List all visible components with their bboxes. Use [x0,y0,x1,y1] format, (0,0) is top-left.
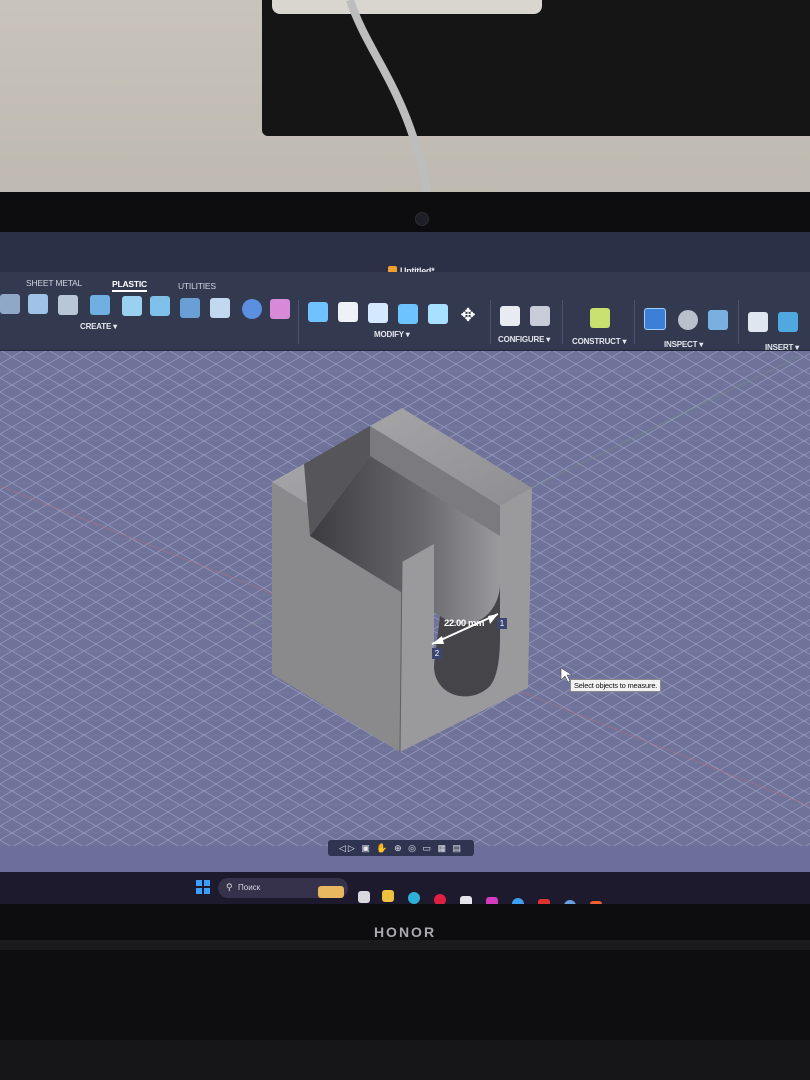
inspect-menu[interactable]: INSPECT ▾ [664,340,703,349]
create-menu[interactable]: CREATE ▾ [80,322,117,331]
box-tool-icon[interactable] [28,294,48,314]
lip-groove-tool-icon[interactable] [210,298,230,318]
webcam-icon [415,212,429,226]
file-explorer-icon[interactable] [382,890,394,902]
combine-tool-icon[interactable] [398,304,418,324]
interference-tool-icon[interactable] [678,310,698,330]
3d-viewport[interactable]: 22.00 mm 1 2 Select objects to measure. [0,336,810,846]
web-tool-icon[interactable] [122,296,142,316]
telegram-icon[interactable] [512,898,524,904]
shell-tool-icon[interactable] [368,303,388,323]
create-body-tool-icon[interactable] [270,299,290,319]
power-cable [346,0,434,206]
pin-tool-icon[interactable] [180,298,200,318]
tab-utilities[interactable]: UTILITIES [178,281,216,291]
widgets-icon[interactable] [318,886,344,898]
windows-taskbar [0,872,810,904]
construct-menu[interactable]: CONSTRUCT ▾ [572,337,626,346]
viewport-navigation-bar[interactable]: ◁▷ ▣ ✋ ⊕ ◎ ▭ ▦ ▤ [328,840,474,856]
brand-logo: HONOR [373,924,437,940]
parameters-tool-icon[interactable] [500,306,520,326]
move-tool-icon[interactable]: ✥ [458,305,478,325]
tab-sheet-metal[interactable]: SHEET METAL [26,278,82,288]
search-placeholder: Поиск [238,883,261,892]
snap-fit-tool-icon[interactable] [150,296,170,316]
sketch-tool-icon[interactable] [0,294,20,314]
toolbar-separator [738,300,739,344]
plane-tool-icon[interactable] [590,308,610,328]
measurement-value: 22.00 mm [444,618,485,629]
app-icon[interactable] [460,896,472,904]
section-analysis-tool-icon[interactable] [708,310,728,330]
fillet-tool-icon[interactable] [338,302,358,322]
measure-tooltip: Select objects to measure. [570,679,662,692]
insert-canvas-tool-icon[interactable] [778,312,798,332]
pattern-tool-icon[interactable] [242,299,262,319]
toolbar-separator [490,300,491,344]
modify-menu[interactable]: MODIFY ▾ [374,330,410,339]
insert-derive-tool-icon[interactable] [748,312,768,332]
keyboard-edge [0,1040,810,1080]
toolbar-separator [562,300,563,344]
grid-and-model [0,336,810,846]
fusion-360-icon[interactable] [590,901,602,904]
tab-plastic[interactable]: PLASTIC [112,279,147,292]
configure-menu[interactable]: CONFIGURE ▾ [498,335,550,344]
measure-point-1: 1 [497,618,507,629]
app-icon[interactable] [486,897,498,904]
toolbar-separator [298,300,299,344]
boss-tool-icon[interactable] [90,295,110,315]
app-icon[interactable] [538,899,550,904]
rib-tool-icon[interactable] [58,295,78,315]
search-icon: ⚲ [226,882,233,892]
toolbar-separator [634,300,635,344]
insert-menu[interactable]: INSERT ▾ [765,343,799,352]
windows-start-icon[interactable] [196,880,210,894]
opera-browser-icon[interactable] [434,894,446,904]
press-pull-tool-icon[interactable] [308,302,328,322]
table-tool-icon[interactable] [530,306,550,326]
laptop-screen: 22.00 mm 1 2 Select objects to measure. … [0,232,810,904]
task-view-icon[interactable] [358,891,370,903]
edge-browser-icon[interactable] [408,892,420,904]
measure-tool-icon[interactable] [644,308,666,330]
measure-point-2: 2 [432,648,442,659]
offset-face-tool-icon[interactable] [428,304,448,324]
